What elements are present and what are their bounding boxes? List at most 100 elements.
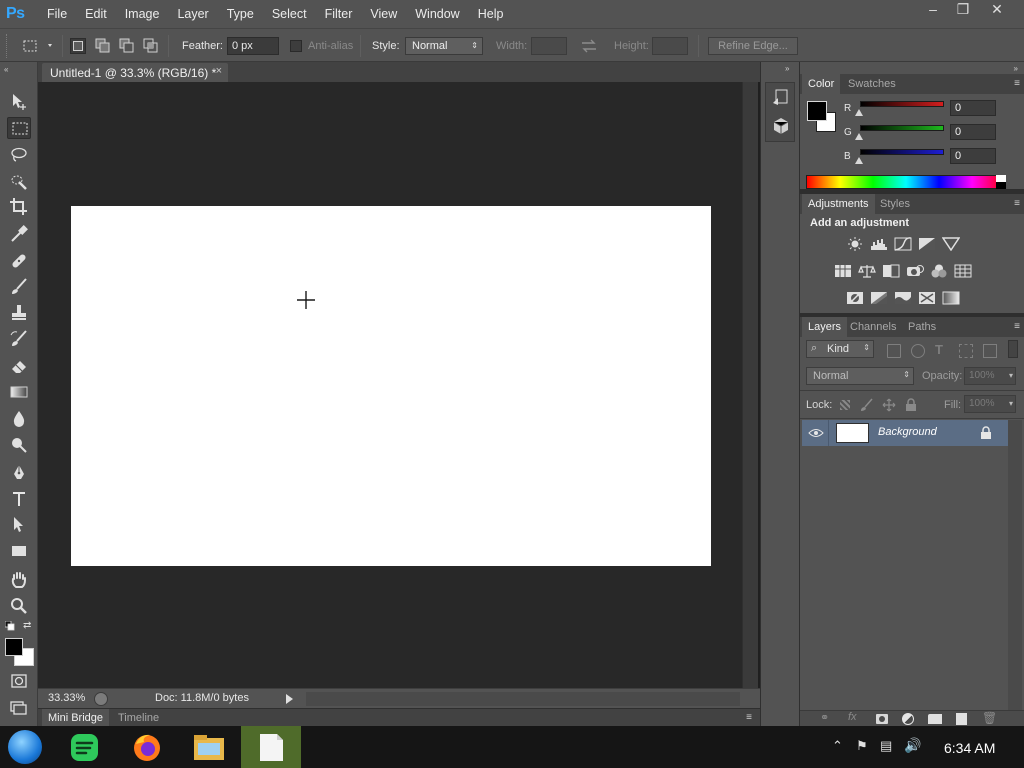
green-slider[interactable] <box>860 125 944 131</box>
menu-filter[interactable]: Filter <box>316 0 362 28</box>
taskbar-photoshop-active[interactable] <box>241 726 301 768</box>
swap-dimensions-button[interactable] <box>580 39 598 53</box>
crop-tool[interactable] <box>7 196 31 218</box>
menu-layer[interactable]: Layer <box>168 0 217 28</box>
style-select[interactable]: Normal ⇕ <box>405 37 483 55</box>
color-balance-icon[interactable] <box>858 264 876 278</box>
blue-slider-thumb[interactable] <box>855 157 863 164</box>
blue-value[interactable]: 0 <box>950 148 996 164</box>
collapse-panels-icon[interactable]: » <box>1014 64 1018 73</box>
panel-menu-icon[interactable]: ≡ <box>1014 321 1020 332</box>
opacity-input[interactable]: 100% ▾ <box>964 367 1016 385</box>
foreground-color-box[interactable] <box>807 101 827 121</box>
red-value[interactable]: 0 <box>950 100 996 116</box>
adjustment-layer-icon[interactable] <box>902 713 914 725</box>
menu-window[interactable]: Window <box>406 0 468 28</box>
menu-edit[interactable]: Edit <box>76 0 116 28</box>
color-lookup-icon[interactable] <box>954 264 972 278</box>
foreground-color-swatch[interactable] <box>5 638 23 656</box>
status-info-icon[interactable] <box>94 692 108 706</box>
filter-shape-icon[interactable] <box>959 344 973 358</box>
posterize-icon[interactable] <box>870 291 888 305</box>
exposure-icon[interactable] <box>918 237 936 251</box>
dodge-tool[interactable] <box>7 434 31 456</box>
properties-panel-button[interactable] <box>771 116 791 136</box>
vertical-scrollbar[interactable] <box>742 82 758 688</box>
new-selection-button[interactable] <box>70 38 86 54</box>
zoom-level[interactable]: 33.33% <box>48 692 85 704</box>
brightness-contrast-icon[interactable] <box>846 237 864 251</box>
move-tool[interactable] <box>7 91 31 113</box>
history-brush-tool[interactable] <box>7 328 31 350</box>
healing-brush-tool[interactable] <box>7 250 31 272</box>
tab-timeline[interactable]: Timeline <box>112 709 165 727</box>
panel-menu-icon[interactable]: ≡ <box>1014 198 1020 209</box>
close-button[interactable]: ✕ <box>978 0 1016 20</box>
clock[interactable]: 6:34 AM <box>944 740 995 756</box>
width-input[interactable] <box>531 37 567 55</box>
menu-select[interactable]: Select <box>263 0 316 28</box>
channel-mixer-icon[interactable] <box>930 264 948 278</box>
zoom-tool[interactable] <box>7 595 31 617</box>
clone-stamp-tool[interactable] <box>7 302 31 324</box>
antialias-checkbox[interactable] <box>290 40 302 52</box>
layers-scrollbar[interactable] <box>1008 420 1022 710</box>
menu-image[interactable]: Image <box>116 0 169 28</box>
layer-filter-kind-select[interactable]: ⌕ Kind ⇕ <box>806 340 874 358</box>
lock-position-move-icon[interactable] <box>882 398 896 412</box>
expand-dock-icon[interactable]: » <box>785 64 789 73</box>
menu-view[interactable]: View <box>361 0 406 28</box>
new-layer-icon[interactable] <box>956 713 967 725</box>
screen-mode-button[interactable] <box>7 696 31 718</box>
tool-preset-picker[interactable] <box>22 38 56 54</box>
lock-all-icon[interactable] <box>904 398 918 412</box>
tab-swatches[interactable]: Swatches <box>842 74 902 94</box>
add-mask-icon[interactable] <box>876 714 888 724</box>
show-hidden-icons[interactable]: ⌃ <box>832 738 843 754</box>
fx-icon[interactable]: fx <box>848 711 857 723</box>
default-colors-icon[interactable] <box>4 620 15 631</box>
network-icon[interactable]: ▤ <box>880 738 892 754</box>
hand-tool[interactable] <box>7 569 31 591</box>
start-button[interactable] <box>6 728 44 766</box>
layer-row-background[interactable]: Background <box>802 420 1008 446</box>
quick-selection-tool[interactable] <box>7 170 31 192</box>
green-value[interactable]: 0 <box>950 124 996 140</box>
spectrum-white-swatch[interactable] <box>996 175 1006 182</box>
lasso-tool[interactable] <box>7 144 31 166</box>
layer-name[interactable]: Background <box>878 426 937 438</box>
collapse-toolbar-icon[interactable]: « <box>4 65 8 74</box>
tab-adjustments[interactable]: Adjustments <box>802 194 875 214</box>
panel-menu-icon[interactable]: ≡ <box>1014 78 1020 89</box>
menu-help[interactable]: Help <box>469 0 513 28</box>
rectangular-marquee-tool[interactable] <box>7 117 31 139</box>
filter-toggle[interactable] <box>1008 340 1018 358</box>
black-white-icon[interactable] <box>882 264 900 278</box>
curves-icon[interactable] <box>894 237 912 251</box>
volume-icon[interactable]: 🔊 <box>904 737 921 754</box>
invert-icon[interactable] <box>846 291 864 305</box>
red-slider[interactable] <box>860 101 944 107</box>
photo-filter-icon[interactable] <box>906 264 924 278</box>
quick-mask-button[interactable] <box>7 670 31 692</box>
visibility-eye-icon[interactable] <box>808 427 824 439</box>
history-panel-button[interactable] <box>771 88 791 108</box>
trash-icon[interactable]: 🗑 <box>982 711 997 725</box>
blur-tool[interactable] <box>7 408 31 430</box>
fill-input[interactable]: 100% ▾ <box>964 395 1016 413</box>
rectangle-tool[interactable] <box>7 540 31 562</box>
taskbar-file-explorer[interactable] <box>190 728 228 766</box>
eyedropper-tool[interactable] <box>7 223 31 245</box>
color-spectrum-bar[interactable] <box>806 175 1006 189</box>
document-tab[interactable]: Untitled-1 @ 33.3% (RGB/16) * × <box>42 63 228 82</box>
red-slider-thumb[interactable] <box>855 109 863 116</box>
blue-slider[interactable] <box>860 149 944 155</box>
taskbar-firefox[interactable] <box>128 728 166 766</box>
tab-paths[interactable]: Paths <box>902 317 942 337</box>
brush-tool[interactable] <box>7 276 31 298</box>
selective-color-icon[interactable] <box>918 291 936 305</box>
filter-smart-object-icon[interactable] <box>983 344 997 358</box>
document-canvas[interactable] <box>71 206 711 566</box>
canvas-workspace[interactable] <box>38 82 742 688</box>
type-tool[interactable] <box>7 488 31 510</box>
